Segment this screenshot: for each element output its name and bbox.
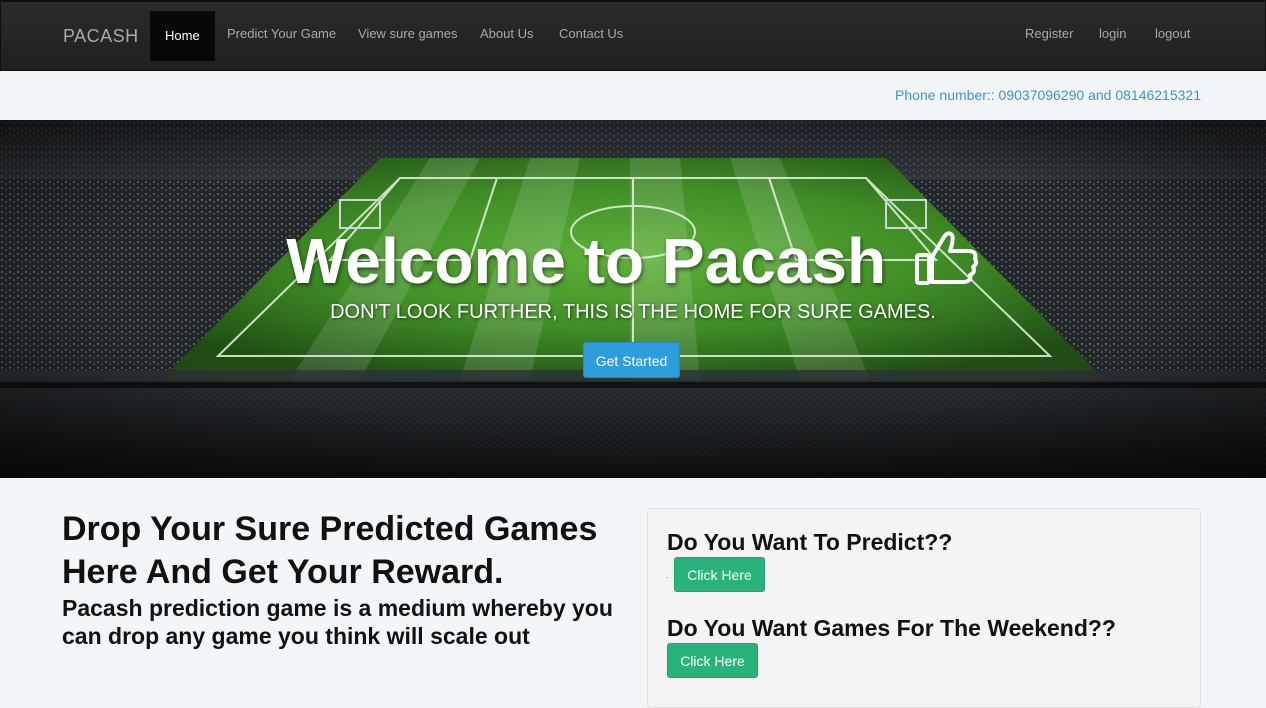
- hero-title-text: Welcome to Pacash: [286, 225, 887, 297]
- predict-click-here-button[interactable]: Click Here: [674, 557, 765, 592]
- nav-register[interactable]: Register: [1025, 26, 1073, 41]
- intro-body: Pacash prediction game is a medium where…: [62, 595, 613, 649]
- weekend-click-here-button[interactable]: Click Here: [667, 643, 758, 678]
- hero-subtitle: DON'T LOOK FURTHER, THIS IS THE HOME FOR…: [330, 301, 936, 323]
- nav-contact-us[interactable]: Contact Us: [559, 26, 623, 41]
- nav-view-sure-games[interactable]: View sure games: [358, 26, 457, 41]
- brand-logo[interactable]: PACASH: [63, 26, 139, 47]
- nav-logout[interactable]: logout: [1155, 26, 1190, 41]
- predict-heading: Do You Want To Predict??: [667, 529, 953, 555]
- thumbs-up-icon: [914, 229, 980, 302]
- hero-banner: Welcome to Pacash DON'T LOOK FURTHER, TH…: [0, 120, 1266, 478]
- nav-home[interactable]: Home: [150, 11, 215, 61]
- nav-predict-your-game[interactable]: Predict Your Game: [227, 26, 336, 41]
- get-started-button[interactable]: Get Started: [583, 342, 680, 378]
- bullet-dot: .: [666, 570, 669, 580]
- weekend-heading: Do You Want Games For The Weekend??: [667, 615, 1116, 641]
- nav-login[interactable]: login: [1099, 26, 1126, 41]
- navbar: PACASH Home Predict Your Game View sure …: [0, 0, 1266, 71]
- phone-number: Phone number:: 09037096290 and 081462153…: [895, 87, 1201, 103]
- intro-heading: Drop Your Sure Predicted Games Here And …: [62, 510, 598, 591]
- action-panel: Do You Want To Predict?? . Click Here Do…: [647, 508, 1201, 708]
- nav-about-us[interactable]: About Us: [480, 26, 533, 41]
- hero-title: Welcome to Pacash: [0, 226, 1266, 302]
- intro-section: Drop Your Sure Predicted Games Here And …: [62, 508, 622, 650]
